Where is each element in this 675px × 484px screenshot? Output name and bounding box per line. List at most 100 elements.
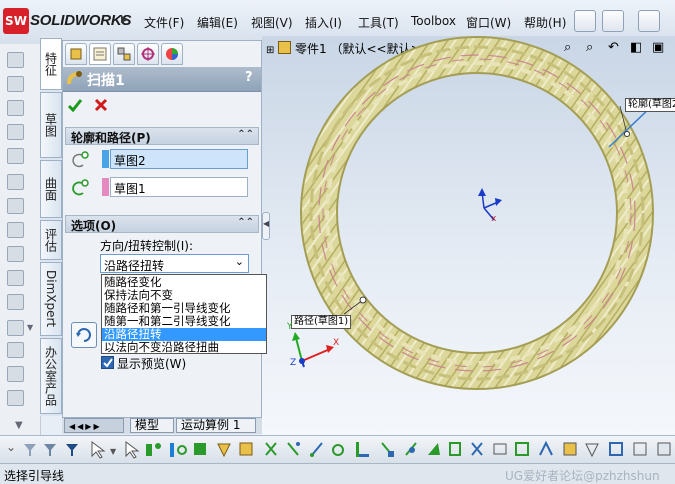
feature-manager-tab-icon[interactable] xyxy=(65,43,87,65)
menu-window[interactable]: 窗口(W) xyxy=(466,14,511,31)
graphics-area[interactable]: ⊞ 零件1 （默认<<默认>_显... ⌕ ⌕ ↶ ◧ ▣ x 轮廓(草图 路径… xyxy=(262,36,675,435)
axis-label-x: X xyxy=(333,338,340,348)
tab-sketch[interactable]: 草图 xyxy=(40,92,62,158)
bottom-toolbar: ⌄ ▼ xyxy=(0,435,675,464)
boundary-icon[interactable] xyxy=(7,148,24,164)
orientation-selected-value: 沿路径扭转 xyxy=(104,259,165,273)
tab-model[interactable]: 模型 xyxy=(130,418,174,433)
cut-sweep-icon[interactable] xyxy=(7,246,24,262)
collapse-icon[interactable]: ⌃⌃ xyxy=(237,217,254,228)
hole-wizard-icon[interactable] xyxy=(7,198,24,214)
left-command-strip: ▼ ▼ xyxy=(0,44,41,436)
profile-color-swatch xyxy=(102,150,109,168)
direction-button[interactable] xyxy=(71,322,97,348)
braided-ring[interactable] xyxy=(300,36,654,390)
chevron-down-icon: ⌄ xyxy=(234,255,244,268)
profile-and-path-section-header[interactable]: 轮廓和路径(P) ⌃⌃ xyxy=(65,127,259,145)
property-manager-tab-icon[interactable] xyxy=(89,43,111,65)
pin-icon[interactable] xyxy=(574,10,596,32)
filter-toolbar-icons[interactable]: ▼ xyxy=(24,440,671,459)
check-icon xyxy=(103,358,113,368)
menu-toolbox[interactable]: Toolbox xyxy=(411,14,456,28)
x-icon xyxy=(94,98,108,112)
profile-value: 草图2 xyxy=(114,154,146,168)
rotate-icon xyxy=(76,328,91,342)
solidworks-logo-icon: SW xyxy=(3,8,29,34)
tab-dimxpert[interactable]: DimXpert xyxy=(40,262,62,336)
menu-edit[interactable]: 编辑(E) xyxy=(197,14,238,31)
chevron-down-icon[interactable]: ⌄ xyxy=(6,440,16,454)
svg-text:x: x xyxy=(491,214,497,224)
origin-icon: x xyxy=(478,188,502,224)
orientation-option[interactable]: 以法向不变沿路径扭曲 xyxy=(102,341,266,354)
new-document-icon[interactable] xyxy=(602,10,624,32)
sweep-icon xyxy=(66,70,84,91)
linear-pattern-icon[interactable] xyxy=(7,342,24,358)
fillet-icon[interactable] xyxy=(7,320,24,336)
svg-text:▼: ▼ xyxy=(110,447,117,456)
selection-filter-icons: ▼ xyxy=(24,440,671,459)
axis-label-z: Z xyxy=(290,358,297,368)
cut-revolve-icon[interactable] xyxy=(7,222,24,238)
tab-office-products[interactable]: 办公室产品 xyxy=(40,338,62,414)
status-text: 选择引导线 xyxy=(4,469,65,483)
tab-scroll-arrows[interactable]: ◀◀▶▶ xyxy=(64,418,124,433)
property-manager-header: 扫描1 ? xyxy=(63,67,261,92)
profile-icon xyxy=(69,151,91,172)
tab-evaluate[interactable]: 评估 xyxy=(40,220,62,260)
revolve-icon[interactable] xyxy=(7,76,24,92)
extrude-icon[interactable] xyxy=(7,52,24,68)
shell-icon[interactable] xyxy=(7,390,24,406)
check-icon xyxy=(67,99,83,113)
cut-extrude-icon[interactable] xyxy=(7,174,24,190)
status-bar: 选择引导线 UG爱好者论坛@pzhzhshun xyxy=(0,463,675,484)
orientation-select[interactable]: 沿路径扭转 ⌄ xyxy=(100,254,249,273)
menu-tools[interactable]: 工具(T) xyxy=(358,14,399,31)
feature-title: 扫描1 xyxy=(87,73,125,89)
menu-file[interactable]: 文件(F) xyxy=(144,14,184,31)
more-commands-icon[interactable]: ▼ xyxy=(15,420,23,431)
watermark: UG爱好者论坛@pzhzhshun xyxy=(505,469,660,483)
fillet-dropdown-icon[interactable]: ▼ xyxy=(27,323,33,332)
path-icon xyxy=(69,179,91,200)
show-preview-checkbox[interactable] xyxy=(101,356,114,369)
property-manager: 扫描1 ? 轮廓和路径(P) ⌃⌃ 草图2 草图1 选项(O) ⌃⌃ 方向/扭转… xyxy=(62,40,262,418)
path-color-swatch xyxy=(102,178,109,196)
menu-view[interactable]: 视图(V) xyxy=(251,14,293,31)
manager-tabs xyxy=(63,43,263,67)
dimxpert-manager-tab-icon[interactable] xyxy=(137,43,159,65)
cancel-button[interactable] xyxy=(93,97,109,116)
profile-callout[interactable]: 轮廓(草图2) xyxy=(625,98,675,112)
section-title: 轮廓和路径(P) xyxy=(71,131,151,145)
model-graphics: x xyxy=(292,36,655,390)
axis-label-y: Y xyxy=(287,322,293,332)
panel-collapse-handle[interactable]: ◀ xyxy=(262,212,270,240)
configuration-manager-tab-icon[interactable] xyxy=(113,43,135,65)
sweep-icon[interactable] xyxy=(7,100,24,116)
options-section-header[interactable]: 选项(O) ⌃⌃ xyxy=(65,215,259,233)
path-callout[interactable]: 路径(草图1) xyxy=(291,315,352,329)
collapse-icon[interactable]: ⌃⌃ xyxy=(237,129,254,140)
loft-icon[interactable] xyxy=(7,124,24,140)
display-manager-tab-icon[interactable] xyxy=(161,43,183,65)
tab-motion-study[interactable]: 运动算例 1 xyxy=(176,418,256,433)
path-selection-box[interactable]: 草图1 xyxy=(110,177,248,197)
cut-loft-icon[interactable] xyxy=(7,270,24,286)
help-button[interactable]: ? xyxy=(245,70,253,85)
open-document-icon[interactable] xyxy=(638,10,660,32)
boundary-cut-icon[interactable] xyxy=(7,294,24,310)
section-title: 选项(O) xyxy=(71,219,117,233)
rib-icon[interactable] xyxy=(7,366,24,382)
brand-menu-arrow-icon[interactable]: ▶ xyxy=(121,14,129,25)
model-tabs-bar: ◀◀▶▶ 模型 运动算例 1 xyxy=(62,418,262,434)
ok-button[interactable] xyxy=(67,97,83,116)
command-tabs: 特征 草图 曲面 评估 DimXpert 办公室产品 xyxy=(40,36,62,416)
chevron-left-icon: ◀ xyxy=(263,219,270,228)
menu-help[interactable]: 帮助(H) xyxy=(524,14,566,31)
tab-surfaces[interactable]: 曲面 xyxy=(40,160,62,218)
show-preview-label: 显示预览(W) xyxy=(117,357,187,371)
tab-features[interactable]: 特征 xyxy=(40,38,62,90)
menu-insert[interactable]: 插入(I) xyxy=(305,14,342,31)
profile-selection-box[interactable]: 草图2 xyxy=(110,149,248,169)
view-triad-icon xyxy=(292,332,334,368)
